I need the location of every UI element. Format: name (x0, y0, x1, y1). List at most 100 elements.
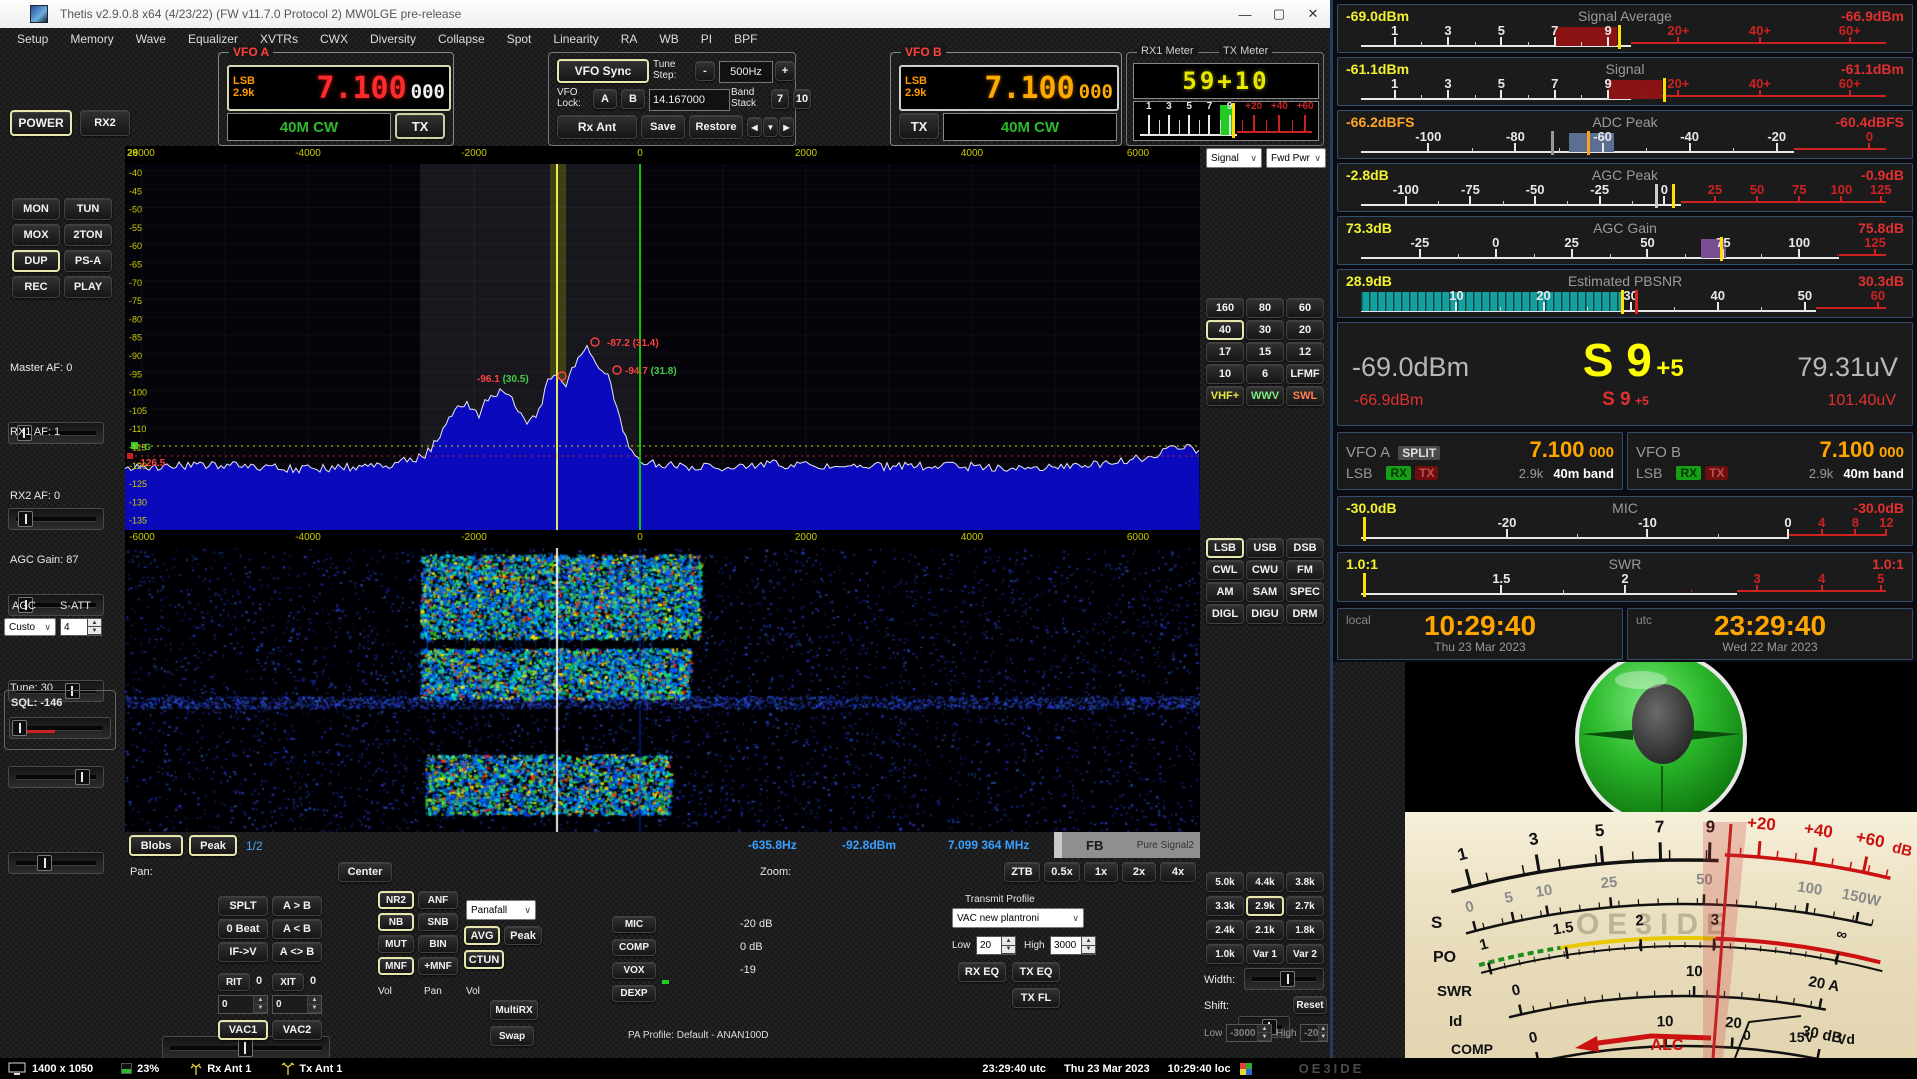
mode-button-cwl[interactable]: CWL (1206, 560, 1244, 580)
rx-eq-button[interactable]: RX EQ (958, 962, 1006, 982)
feedback-bar[interactable]: FB Pure Signal2 (1054, 832, 1200, 858)
band-button-10[interactable]: 10 (1206, 364, 1244, 384)
title-bar[interactable]: Thetis v2.9.0.8 x64 (4/23/22) (FW v11.7.… (0, 0, 1330, 28)
vfo-lock-b-button[interactable]: B (621, 89, 645, 109)
vfo-op-splt[interactable]: SPLT (218, 896, 268, 916)
band-right-arrow-button[interactable]: ▶ (779, 117, 794, 137)
mode-button-digu[interactable]: DIGU (1246, 604, 1284, 624)
rx1-af-slider[interactable] (8, 508, 104, 530)
peak-button[interactable]: Peak (189, 835, 237, 856)
band-button-swl[interactable]: SWL (1286, 386, 1324, 406)
maximize-button[interactable]: ▢ (1262, 1, 1296, 28)
peak-hold-button[interactable]: Peak (504, 926, 542, 945)
zoom-preset-0.5x[interactable]: 0.5x (1044, 862, 1080, 882)
dexp-button[interactable]: DEXP (612, 985, 656, 1002)
satt-spinner[interactable]: 4▲▼ (60, 618, 102, 636)
tune-slider[interactable] (8, 852, 104, 874)
down-arrow-icon[interactable]: ▼ (254, 1005, 267, 1014)
menu-item-equalizer[interactable]: Equalizer (177, 32, 249, 46)
left-button-mox[interactable]: MOX (12, 224, 60, 246)
rx-meter-select[interactable]: Signal∨ (1206, 148, 1262, 168)
band-button-60[interactable]: 60 (1286, 298, 1324, 318)
vfo-op-0-beat[interactable]: 0 Beat (218, 919, 268, 939)
transmit-profile-select[interactable]: VAC new plantroni∨ (952, 908, 1084, 928)
filter-button-2-7k[interactable]: 2.7k (1286, 896, 1324, 916)
vfo-a-tx-button[interactable]: TX (395, 113, 445, 139)
tx-meter-select[interactable]: Fwd Pwr∨ (1266, 148, 1326, 168)
left-button-tun[interactable]: TUN (64, 198, 112, 220)
rit-button[interactable]: RIT (218, 973, 250, 991)
rx-page-label[interactable]: 1/2 (246, 839, 263, 853)
filter-shift-reset-button[interactable]: Reset (1293, 996, 1327, 1014)
menu-item-wave[interactable]: Wave (125, 32, 177, 46)
vac2-button[interactable]: VAC2 (272, 1020, 322, 1040)
left-button-dup[interactable]: DUP (12, 250, 60, 272)
left-button-play[interactable]: PLAY (64, 276, 112, 298)
avg-button[interactable]: AVG (464, 926, 500, 945)
filter-button-2-4k[interactable]: 2.4k (1206, 920, 1244, 940)
rx2-button[interactable]: RX2 (80, 110, 130, 136)
ctun-button[interactable]: CTUN (464, 950, 504, 969)
slider-thumb[interactable] (75, 769, 90, 785)
band-button-160[interactable]: 160 (1206, 298, 1244, 318)
menu-item-wb[interactable]: WB (648, 32, 689, 46)
drive-slider[interactable] (8, 766, 104, 788)
display-mode-select[interactable]: Panafall∨ (466, 900, 536, 920)
dsp-button-mut[interactable]: MUT (378, 935, 414, 953)
menu-item-cwx[interactable]: CWX (309, 32, 359, 46)
filter-button-4-4k[interactable]: 4.4k (1246, 872, 1284, 892)
filter-high-spinner[interactable]: -20▲▼ (1300, 1024, 1328, 1042)
dsp-button-plus-mnf[interactable]: +MNF (418, 957, 458, 975)
vox-button[interactable]: VOX (612, 962, 656, 979)
mode-button-sam[interactable]: SAM (1246, 582, 1284, 602)
minimize-button[interactable]: — (1228, 1, 1262, 28)
mic-button[interactable]: MIC (612, 916, 656, 933)
filter-low-spinner[interactable]: -3000▲▼ (1226, 1024, 1272, 1042)
filter-button-var-1[interactable]: Var 1 (1246, 944, 1284, 964)
xit-spinner-arrows[interactable]: ▲▼ (307, 996, 321, 1013)
tx-low-spinner[interactable]: 20▲▼ (976, 936, 1016, 955)
band-stack-10-button[interactable]: 10 (793, 89, 811, 109)
vfo-a-frequency-small[interactable]: 000 (411, 81, 445, 103)
menu-item-linearity[interactable]: Linearity (542, 32, 609, 46)
left-button-mon[interactable]: MON (12, 198, 60, 220)
mode-button-usb[interactable]: USB (1246, 538, 1284, 558)
filter-width-slider[interactable] (1244, 968, 1324, 990)
menu-item-diversity[interactable]: Diversity (359, 32, 427, 46)
filter-button-1-0k[interactable]: 1.0k (1206, 944, 1244, 964)
up-arrow-icon[interactable]: ▲ (308, 996, 321, 1005)
sql-slider[interactable] (9, 717, 111, 739)
band-stack-7-button[interactable]: 7 (771, 89, 789, 109)
vfo-b-frequency-small[interactable]: 000 (1079, 81, 1113, 103)
filter-button-5-0k[interactable]: 5.0k (1206, 872, 1244, 892)
rx-ant-button[interactable]: Rx Ant (557, 115, 637, 139)
rit-spinner[interactable]: 0▲▼ (218, 995, 268, 1014)
vac1-button[interactable]: VAC1 (218, 1020, 268, 1040)
vfo-op-a-b[interactable]: A <> B (272, 942, 322, 962)
mode-button-drm[interactable]: DRM (1286, 604, 1324, 624)
dsp-button-bin[interactable]: BIN (418, 935, 458, 953)
close-button[interactable]: ✕ (1296, 1, 1330, 28)
slider-thumb[interactable] (37, 855, 52, 871)
lock-frequency-field[interactable]: 14.167000 (649, 89, 730, 111)
rit-spinner-arrows[interactable]: ▲▼ (253, 996, 267, 1013)
band-button-vhf+[interactable]: VHF+ (1206, 386, 1244, 406)
band-button-20[interactable]: 20 (1286, 320, 1324, 340)
band-button-12[interactable]: 12 (1286, 342, 1324, 362)
band-left-arrow-button[interactable]: ◀ (747, 117, 762, 137)
menu-item-pi[interactable]: PI (690, 32, 723, 46)
band-button-lfmf[interactable]: LFMF (1286, 364, 1324, 384)
swap-button[interactable]: Swap (490, 1026, 534, 1046)
down-arrow-icon[interactable]: ▼ (308, 1005, 321, 1014)
tx-high-spinner[interactable]: 3000▲▼ (1050, 936, 1096, 955)
band-down-arrow-button[interactable]: ▼ (763, 117, 778, 137)
band-button-40[interactable]: 40 (1206, 320, 1244, 340)
zoom-preset-1x[interactable]: 1x (1084, 862, 1118, 882)
mode-button-cwu[interactable]: CWU (1246, 560, 1284, 580)
vfo-a-frequency[interactable]: 7.100 (316, 71, 406, 106)
vfo-a-display[interactable]: LSB 2.9k 7.100 000 (227, 65, 451, 111)
spectrum-freq-scale-top[interactable]: 29-6000-4000-20000200040006000 (125, 146, 1200, 164)
dsp-button-mnf[interactable]: MNF (378, 957, 414, 975)
mode-button-am[interactable]: AM (1206, 582, 1244, 602)
mode-button-digl[interactable]: DIGL (1206, 604, 1244, 624)
